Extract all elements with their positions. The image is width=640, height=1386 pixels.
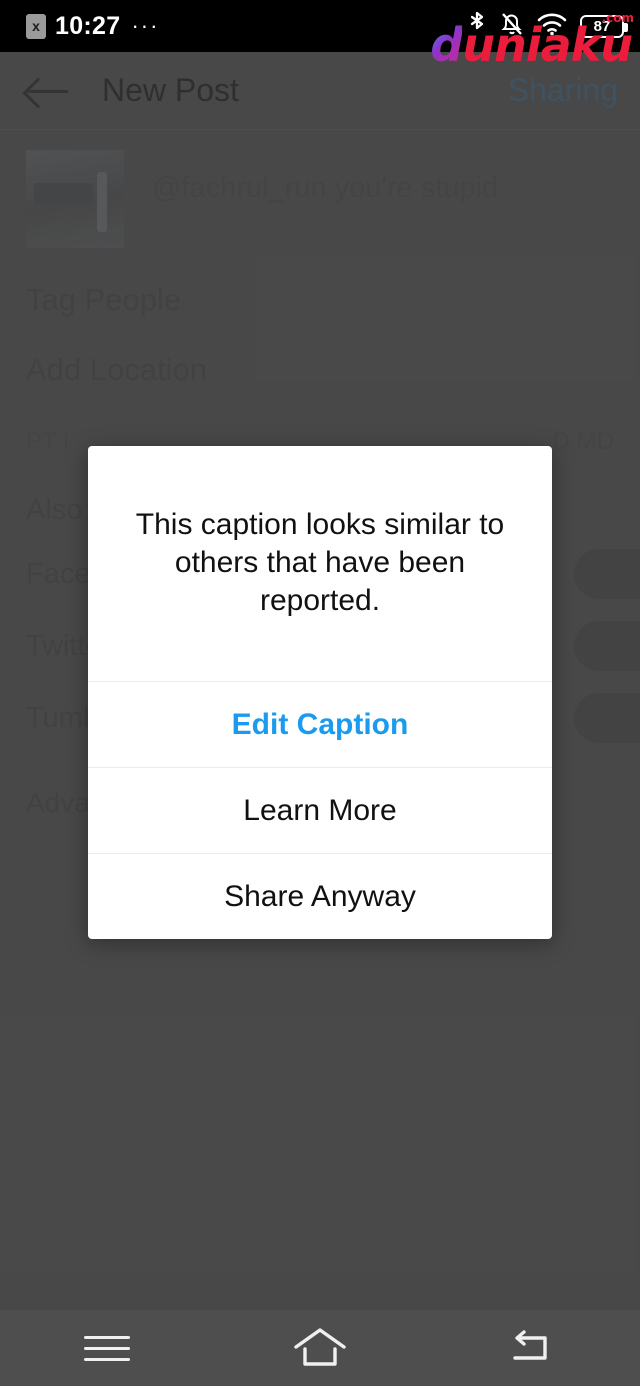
android-navigation-bar bbox=[0, 1310, 640, 1386]
similar-caption-dialog: This caption looks similar to others tha… bbox=[88, 446, 552, 940]
bell-slash-icon bbox=[500, 11, 524, 42]
dialog-message: This caption looks similar to others tha… bbox=[135, 508, 505, 617]
battery-level: 87 bbox=[593, 17, 611, 35]
status-bar-right: 87 bbox=[467, 10, 640, 43]
status-bar: x 10:27 ··· 87 bbox=[0, 0, 640, 52]
back-button[interactable] bbox=[427, 1310, 640, 1386]
status-bar-clock: 10:27 bbox=[55, 11, 121, 40]
home-button[interactable] bbox=[213, 1310, 426, 1386]
battery-icon: 87 bbox=[580, 14, 628, 38]
learn-more-button[interactable]: Learn More bbox=[88, 767, 552, 853]
status-bar-left: x 10:27 ··· bbox=[0, 12, 159, 41]
menu-icon bbox=[83, 1328, 130, 1369]
home-icon bbox=[291, 1325, 349, 1371]
back-icon bbox=[507, 1327, 559, 1369]
share-anyway-button[interactable]: Share Anyway bbox=[88, 853, 552, 939]
sim-card-error-icon: x bbox=[26, 13, 46, 39]
recents-button[interactable] bbox=[0, 1310, 213, 1386]
edit-caption-button[interactable]: Edit Caption bbox=[88, 681, 552, 767]
sim-card-glyph: x bbox=[32, 18, 40, 34]
bluetooth-icon bbox=[467, 10, 487, 43]
status-bar-overflow: ··· bbox=[131, 13, 160, 38]
wifi-icon bbox=[537, 12, 567, 41]
